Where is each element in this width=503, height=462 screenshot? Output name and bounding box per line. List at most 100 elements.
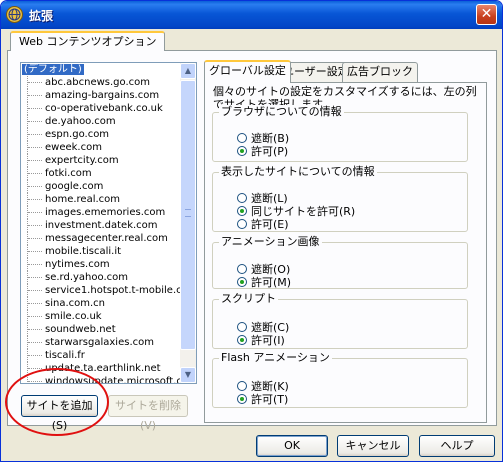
remove-site-button[interactable]: サイトを削除(V) — [108, 395, 188, 432]
site-list-item[interactable]: tiscali.fr — [21, 349, 181, 362]
group-flash-animation: Flash アニメーション 遮断(K) 許可(T) — [212, 351, 468, 408]
site-list-items: (デフォルト) abc.abcnews.go.com amazing-bargain… — [21, 63, 181, 383]
radio-allow-m[interactable]: 許可(M) — [237, 276, 291, 289]
group-title: ブラウザについての情報 — [219, 105, 344, 119]
radio-label: 遮断(L) — [251, 192, 288, 205]
scroll-down-arrow-icon[interactable]: ▼ — [180, 367, 196, 383]
ok-button[interactable]: OK — [256, 435, 328, 457]
site-list-item-label: investment.datek.com — [45, 220, 158, 231]
close-icon: ✕ — [480, 6, 493, 22]
site-list-item[interactable]: co-operativebank.co.uk — [21, 102, 181, 115]
radio-selected-icon — [237, 277, 247, 287]
site-list-item[interactable]: fotki.com — [21, 167, 181, 180]
site-list-item[interactable]: google.com — [21, 180, 181, 193]
extensions-dialog: 拡張 ✕ Web コンテンツオプション (デフォルト) abc.abcnews.g… — [0, 0, 503, 462]
window-title: 拡張 — [29, 9, 54, 23]
site-list-item[interactable]: abc.abcnews.go.com — [21, 76, 181, 89]
radio-selected-icon — [237, 394, 247, 404]
site-list-item-label: sina.com.cn — [45, 298, 106, 309]
radio-icon — [237, 193, 247, 203]
radio-label: 同じサイトを許可(R) — [251, 205, 356, 218]
site-list-item[interactable]: home.real.com — [21, 193, 181, 206]
group-scripts: スクリプト 遮断(C) 許可(I) — [212, 292, 468, 349]
site-list-item-label: amazing-bargains.com — [45, 90, 160, 101]
site-list-item-label: expertcity.com — [45, 155, 119, 166]
radio-block-o[interactable]: 遮断(O) — [237, 263, 290, 276]
site-list-item[interactable]: investment.datek.com — [21, 219, 181, 232]
radio-label: 許可(E) — [251, 218, 289, 231]
site-list-item-label: abc.abcnews.go.com — [45, 77, 151, 88]
site-list-item[interactable]: de.yahoo.com — [21, 115, 181, 128]
radio-block-l[interactable]: 遮断(L) — [237, 192, 288, 205]
site-list-item-label: starwarsgalaxies.com — [45, 337, 154, 348]
tab-global-settings[interactable]: グローバル設定 — [204, 60, 291, 83]
radio-allow-i[interactable]: 許可(I) — [237, 334, 285, 347]
radio-label: 許可(I) — [251, 334, 285, 347]
site-list-item-label: se.rd.yahoo.com — [45, 272, 128, 283]
site-list-item-label: soundweb.net — [45, 324, 116, 335]
radio-icon — [237, 264, 247, 274]
site-list-item-label: (デフォルト) — [22, 64, 84, 75]
radio-allow-p[interactable]: 許可(P) — [237, 145, 288, 158]
site-list-item[interactable]: eweek.com — [21, 141, 181, 154]
site-list-item-label: update.ta.earthlink.net — [45, 363, 161, 374]
site-list-item-label: home.real.com — [45, 194, 121, 205]
site-list-item-label: de.yahoo.com — [45, 116, 116, 127]
site-list-item[interactable]: (デフォルト) — [21, 63, 181, 76]
site-list-item[interactable]: service1.hotspot.t-mobile.com — [21, 284, 181, 297]
site-list-item[interactable]: amazing-bargains.com — [21, 89, 181, 102]
add-site-button[interactable]: サイトを追加(S) — [21, 395, 98, 432]
radio-label: 遮断(O) — [251, 263, 291, 276]
site-list-item[interactable]: mobile.tiscali.it — [21, 245, 181, 258]
radio-allow-e[interactable]: 許可(E) — [237, 218, 289, 231]
site-list-item[interactable]: images.ememories.com — [21, 206, 181, 219]
site-list-item-label: eweek.com — [45, 142, 102, 153]
radio-block-b[interactable]: 遮断(B) — [237, 132, 289, 145]
cancel-button[interactable]: キャンセル — [337, 435, 409, 457]
site-list-item[interactable]: update.ta.earthlink.net — [21, 362, 181, 375]
scroll-thumb[interactable] — [180, 80, 196, 350]
site-list-item[interactable]: soundweb.net — [21, 323, 181, 336]
radio-icon — [237, 133, 247, 143]
site-list-item[interactable]: nytimes.com — [21, 258, 181, 271]
site-list-item-label: smile.co.uk — [45, 311, 102, 322]
site-list-item-label: fotki.com — [45, 168, 92, 179]
radio-label: 遮断(C) — [251, 321, 290, 334]
group-title: スクリプト — [219, 292, 278, 306]
site-list-item[interactable]: messagecenter.real.com — [21, 232, 181, 245]
radio-label: 許可(M) — [251, 276, 292, 289]
site-list-item[interactable]: espn.go.com — [21, 128, 181, 141]
group-title: アニメーション画像 — [219, 235, 322, 249]
group-browser-info: ブラウザについての情報 遮断(B) 許可(P) — [212, 105, 468, 162]
site-list-item[interactable]: windowsupdate.microsoft.com — [21, 375, 181, 383]
radio-block-c[interactable]: 遮断(C) — [237, 321, 289, 334]
site-list-item-label: tiscali.fr — [45, 350, 85, 361]
radio-allow-same-site-r[interactable]: 同じサイトを許可(R) — [237, 205, 355, 218]
site-list-item[interactable]: starwarsgalaxies.com — [21, 336, 181, 349]
title-bar[interactable]: 拡張 ✕ — [1, 1, 502, 29]
tab-web-content-options[interactable]: Web コンテンツオプション — [10, 31, 166, 51]
radio-icon — [237, 381, 247, 391]
site-list-scrollbar[interactable]: ▲ ▼ — [180, 63, 196, 383]
group-visited-site-info: 表示したサイトについての情報 遮断(L) 同じサイトを許可(R) 許可(E) — [212, 165, 468, 232]
help-button[interactable]: ヘルプ — [419, 435, 495, 457]
radio-selected-icon — [237, 146, 247, 156]
scroll-up-arrow-icon[interactable]: ▲ — [180, 63, 196, 79]
site-list[interactable]: (デフォルト) abc.abcnews.go.com amazing-bargain… — [20, 62, 197, 384]
radio-allow-t[interactable]: 許可(T) — [237, 393, 288, 406]
site-list-item[interactable]: expertcity.com — [21, 154, 181, 167]
globe-icon — [6, 6, 23, 23]
close-button[interactable]: ✕ — [476, 4, 497, 25]
site-list-item[interactable]: sina.com.cn — [21, 297, 181, 310]
site-list-item-label: co-operativebank.co.uk — [45, 103, 163, 114]
site-list-item[interactable]: se.rd.yahoo.com — [21, 271, 181, 284]
site-list-item-label: windowsupdate.microsoft.com — [45, 376, 181, 383]
radio-block-k[interactable]: 遮断(K) — [237, 380, 289, 393]
site-list-item-label: espn.go.com — [45, 129, 110, 140]
tab-ad-block[interactable]: 広告ブロック — [342, 62, 418, 82]
group-animated-images: アニメーション画像 遮断(O) 許可(M) — [212, 235, 468, 289]
site-list-item[interactable]: smile.co.uk — [21, 310, 181, 323]
radio-label: 許可(P) — [251, 145, 289, 158]
group-title: Flash アニメーション — [219, 351, 332, 365]
radio-label: 遮断(K) — [251, 380, 289, 393]
